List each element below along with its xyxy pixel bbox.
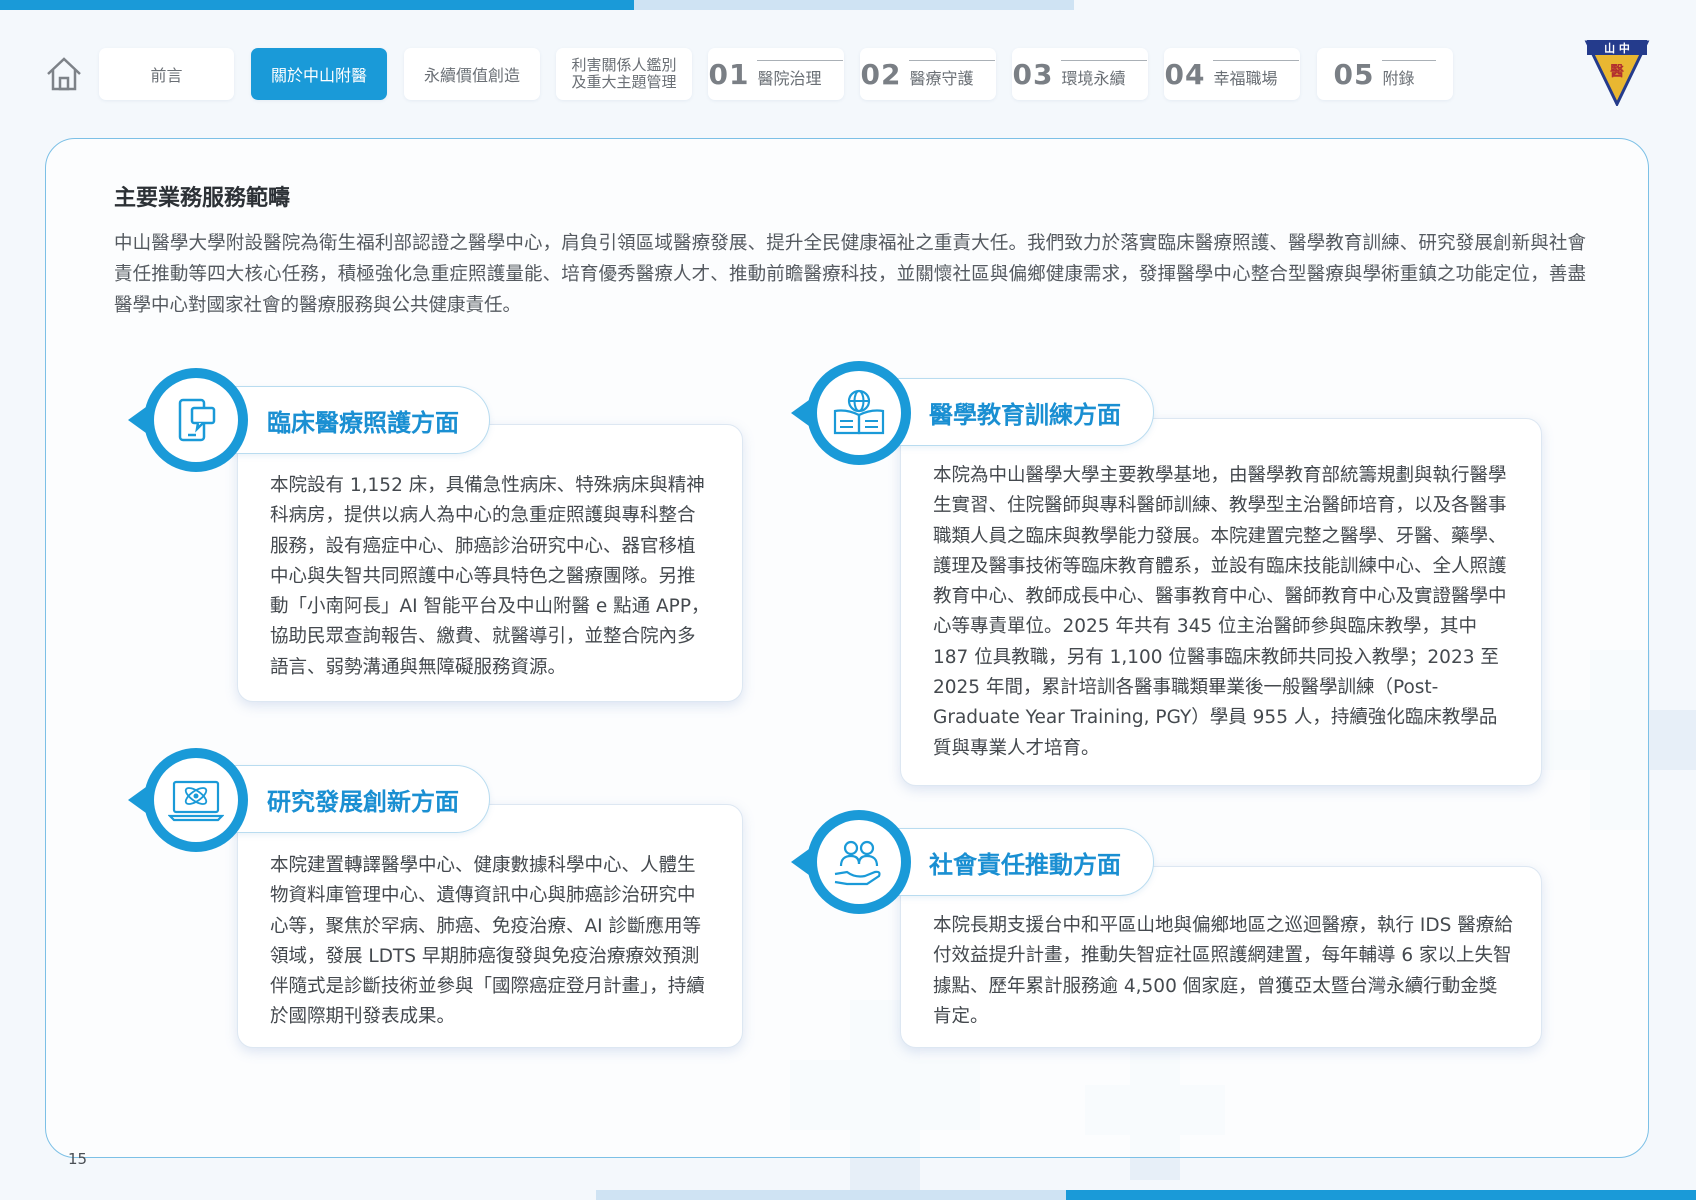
tab-preface[interactable]: 前言 — [99, 48, 234, 100]
research-icon-ring — [144, 748, 248, 852]
education-body: 本院為中山醫學大學主要教學基地，由醫學教育部統籌規劃與執行醫學生實習、住院醫師與… — [933, 465, 1507, 759]
tab-workplace[interactable]: 04 幸福職場 — [1164, 48, 1300, 100]
tab-label: 關於中山附醫 — [270, 66, 367, 85]
tab-label: 永續價值創造 — [423, 66, 520, 85]
tab-label: 醫療守護 — [909, 59, 996, 89]
hospital-logo: 山 中 醫 — [1584, 36, 1650, 108]
tab-medical-care[interactable]: 02 醫療守護 — [860, 48, 996, 100]
social-icon-ring — [807, 810, 911, 914]
education-text-card: 本院為中山醫學大學主要教學基地，由醫學教育部統籌規劃與執行醫學生實習、住院醫師與… — [900, 418, 1542, 786]
clinical-body: 本院設有 1,152 床，具備急性病床、特殊病床與精神科病房，提供以病人為中心的… — [270, 475, 710, 678]
tab-label-line2: 及重大主題管理 — [571, 73, 677, 91]
tab-number: 01 — [708, 57, 750, 91]
section-title: 主要業務服務範疇 — [114, 186, 291, 211]
mobile-chat-icon — [178, 398, 216, 442]
tab-stakeholders[interactable]: 利害關係人鑑別 及重大主題管理 — [556, 48, 692, 100]
research-body: 本院建置轉譯醫學中心、健康數據科學中心、人體生物資料庫管理中心、遺傳資訊中心與肺… — [270, 855, 705, 1028]
tab-number: 03 — [1012, 57, 1054, 91]
globe-book-icon — [833, 389, 885, 435]
research-text-card: 本院建置轉譯醫學中心、健康數據科學中心、人體生物資料庫管理中心、遺傳資訊中心與肺… — [237, 804, 743, 1048]
tab-appendix[interactable]: 05 附錄 — [1317, 48, 1453, 100]
tab-label: 附錄 — [1382, 59, 1437, 89]
tab-label: 前言 — [150, 66, 183, 85]
top-accent-bar — [0, 0, 634, 10]
bottom-accent-bar — [1066, 1190, 1696, 1200]
logo-sub: 醫 — [1610, 63, 1624, 80]
tab-governance[interactable]: 01 醫院治理 — [708, 48, 844, 100]
clinical-text-card: 本院設有 1,152 床，具備急性病床、特殊病床與精神科病房，提供以病人為中心的… — [237, 424, 743, 702]
tab-environment[interactable]: 03 環境永續 — [1012, 48, 1148, 100]
top-accent-bar-light — [634, 0, 1074, 10]
tab-number: 02 — [860, 57, 902, 91]
page-number: 15 — [68, 1150, 88, 1168]
clinical-icon-ring — [144, 368, 248, 472]
bottom-accent-bar-light — [596, 1190, 1066, 1200]
tab-number: 05 — [1333, 57, 1375, 91]
social-body: 本院長期支援台中和平區山地與偏鄉地區之巡迴醫療，執行 IDS 醫療給付效益提升計… — [933, 915, 1513, 1027]
home-icon[interactable] — [44, 54, 84, 94]
tab-label: 醫院治理 — [757, 59, 844, 89]
tab-sustainable-value[interactable]: 永續價值創造 — [404, 48, 540, 100]
logo-text: 山 中 — [1604, 41, 1630, 55]
tab-number: 04 — [1164, 57, 1206, 91]
tab-label-line1: 利害關係人鑑別 — [571, 56, 677, 74]
atom-laptop-icon — [168, 780, 224, 822]
tab-about[interactable]: 關於中山附醫 — [251, 48, 387, 100]
top-nav: 前言 關於中山附醫 永續價值創造 利害關係人鑑別 及重大主題管理 01 醫院治理… — [44, 48, 1696, 102]
section-intro: 中山醫學大學附設醫院為衛生福利部認證之醫學中心，肩負引領區域醫療發展、提升全民健… — [114, 233, 1586, 316]
tab-label: 環境永續 — [1061, 59, 1148, 89]
education-icon-ring — [807, 361, 911, 465]
tab-label: 幸福職場 — [1213, 59, 1300, 89]
people-hand-icon — [834, 840, 881, 886]
